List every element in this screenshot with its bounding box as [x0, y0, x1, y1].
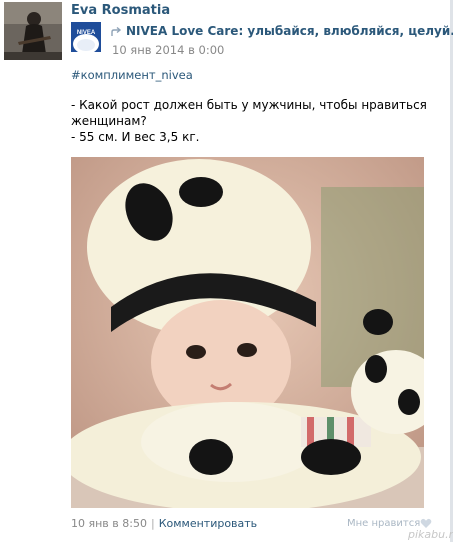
post-text-line: женщинам? — [71, 114, 147, 128]
nivea-community-avatar[interactable]: NIVEA — [71, 22, 101, 52]
author-avatar[interactable] — [4, 2, 62, 60]
pikabu-watermark: pikabu.ru — [408, 528, 453, 541]
logo-text: NIVEA — [77, 30, 96, 36]
post-date[interactable]: 10 янв в 8:50 — [71, 517, 147, 530]
nivea-logo-icon: NIVEA — [71, 22, 101, 52]
post-hashtag[interactable]: #комплимент_nivea — [71, 68, 193, 82]
post-text-line: - 55 см. И вес 3,5 кг. — [71, 130, 200, 144]
post-footer: 10 янв в 8:50 | Комментировать — [71, 517, 257, 530]
post-text-line: - Какой рост должен быть у мужчины, чтоб… — [71, 98, 427, 112]
footer-separator: | — [150, 517, 155, 530]
post-author-name[interactable]: Eva Rosmatia — [71, 3, 170, 18]
repost-arrow-icon — [111, 26, 122, 36]
repost-source-name[interactable]: NIVEA Love Care: улыбайся, влюбляйся, це… — [126, 24, 453, 38]
baby-panda-photo — [71, 157, 424, 508]
avatar-image — [4, 2, 62, 60]
comment-link[interactable]: Комментировать — [159, 517, 257, 530]
post-photo[interactable] — [71, 157, 424, 508]
repost-date[interactable]: 10 янв 2014 в 0:00 — [112, 43, 224, 57]
